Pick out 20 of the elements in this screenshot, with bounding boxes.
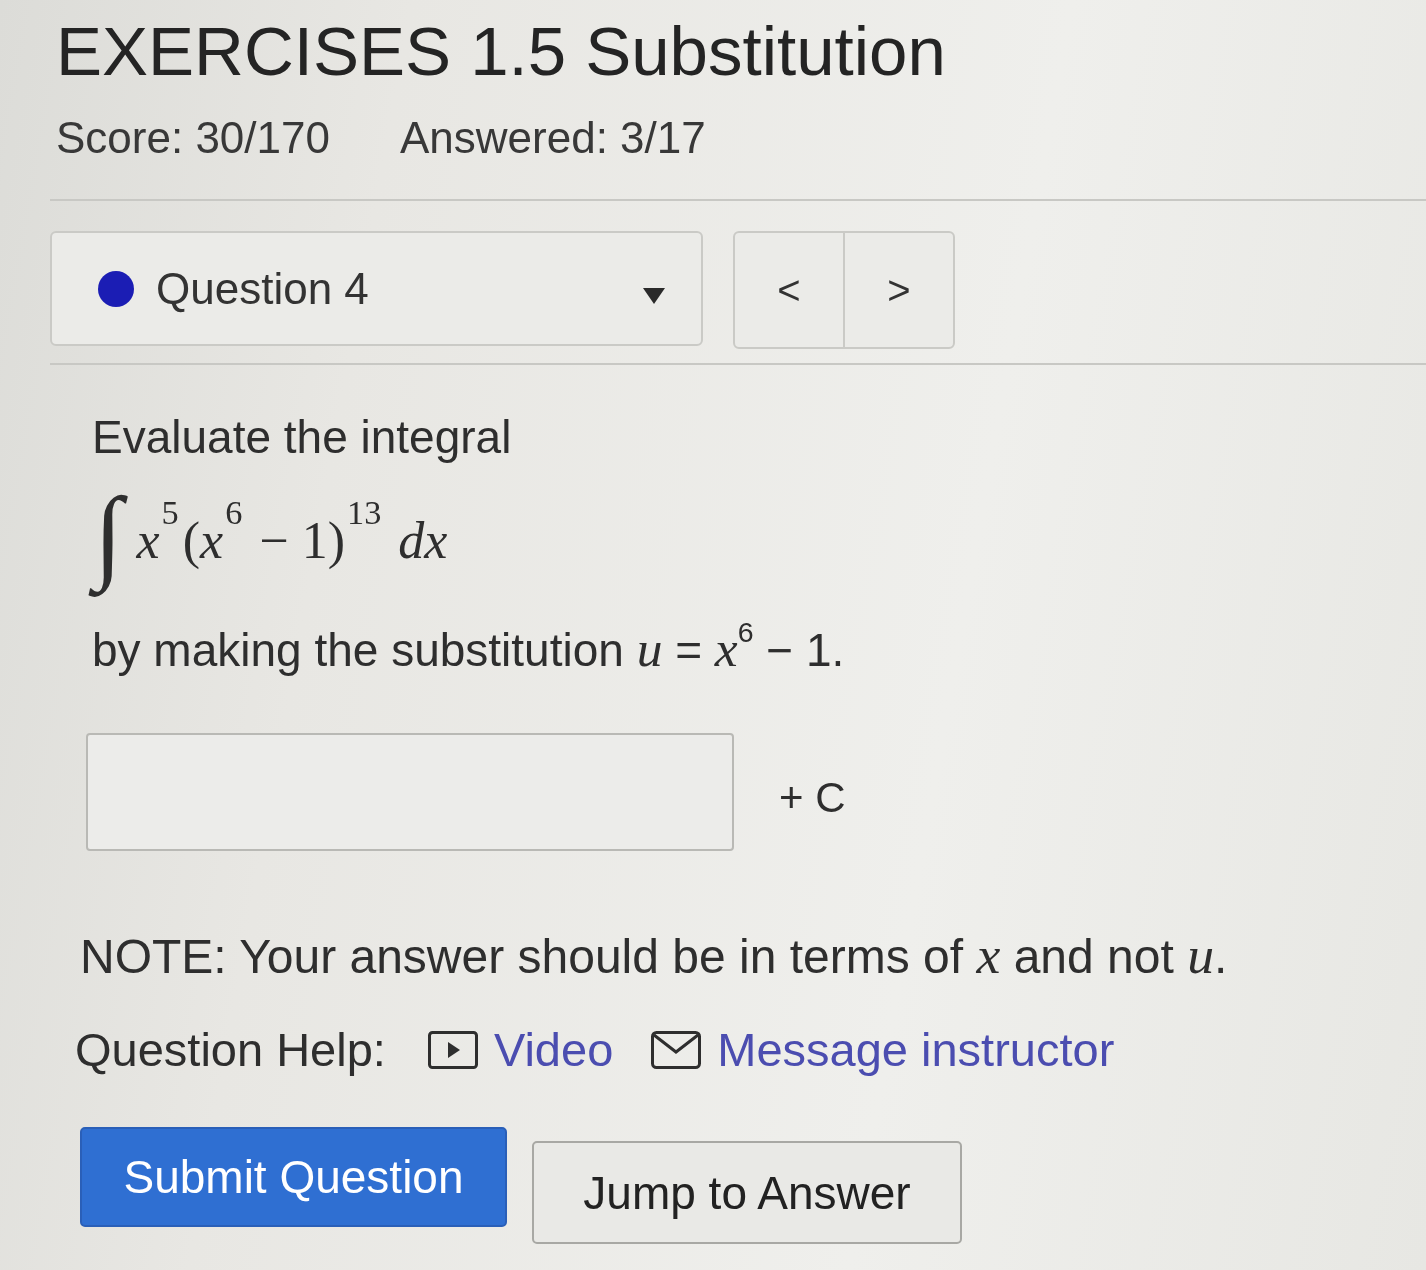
previous-button[interactable]: < — [733, 231, 845, 349]
mail-icon — [651, 1031, 702, 1069]
constant-text: + C — [779, 774, 846, 822]
substitution-text: by making the substitution u = x$^{6}$ − 1. — [92, 621, 845, 678]
score-text: Score: 30/170 — [56, 112, 330, 163]
note-text: NOTE: Your answer should be in terms of x and not u. — [80, 927, 1228, 985]
answered-text: Answered: 3/17 — [399, 112, 706, 163]
prompt-text: Evaluate the integral — [92, 410, 512, 465]
video-link[interactable]: Video — [427, 1023, 614, 1077]
question-selector[interactable]: Question 4 — [50, 231, 703, 346]
page-title: EXERCISES 1.5 Substitution — [56, 12, 946, 92]
submit-button[interactable]: Submit Question — [80, 1127, 507, 1227]
next-button[interactable]: > — [843, 231, 955, 349]
integral-expression: ∫x$^{5}$(x$^{6}$ − 1)$^{13}$ dx — [88, 465, 456, 603]
play-icon — [427, 1031, 478, 1069]
caret-icon — [643, 287, 665, 304]
answer-field[interactable] — [86, 733, 734, 851]
help-label: Question Help: — [75, 1023, 386, 1077]
jump-to-answer-button[interactable]: Jump to Answer — [532, 1141, 962, 1244]
message-link[interactable]: Message instructor — [651, 1023, 1115, 1077]
